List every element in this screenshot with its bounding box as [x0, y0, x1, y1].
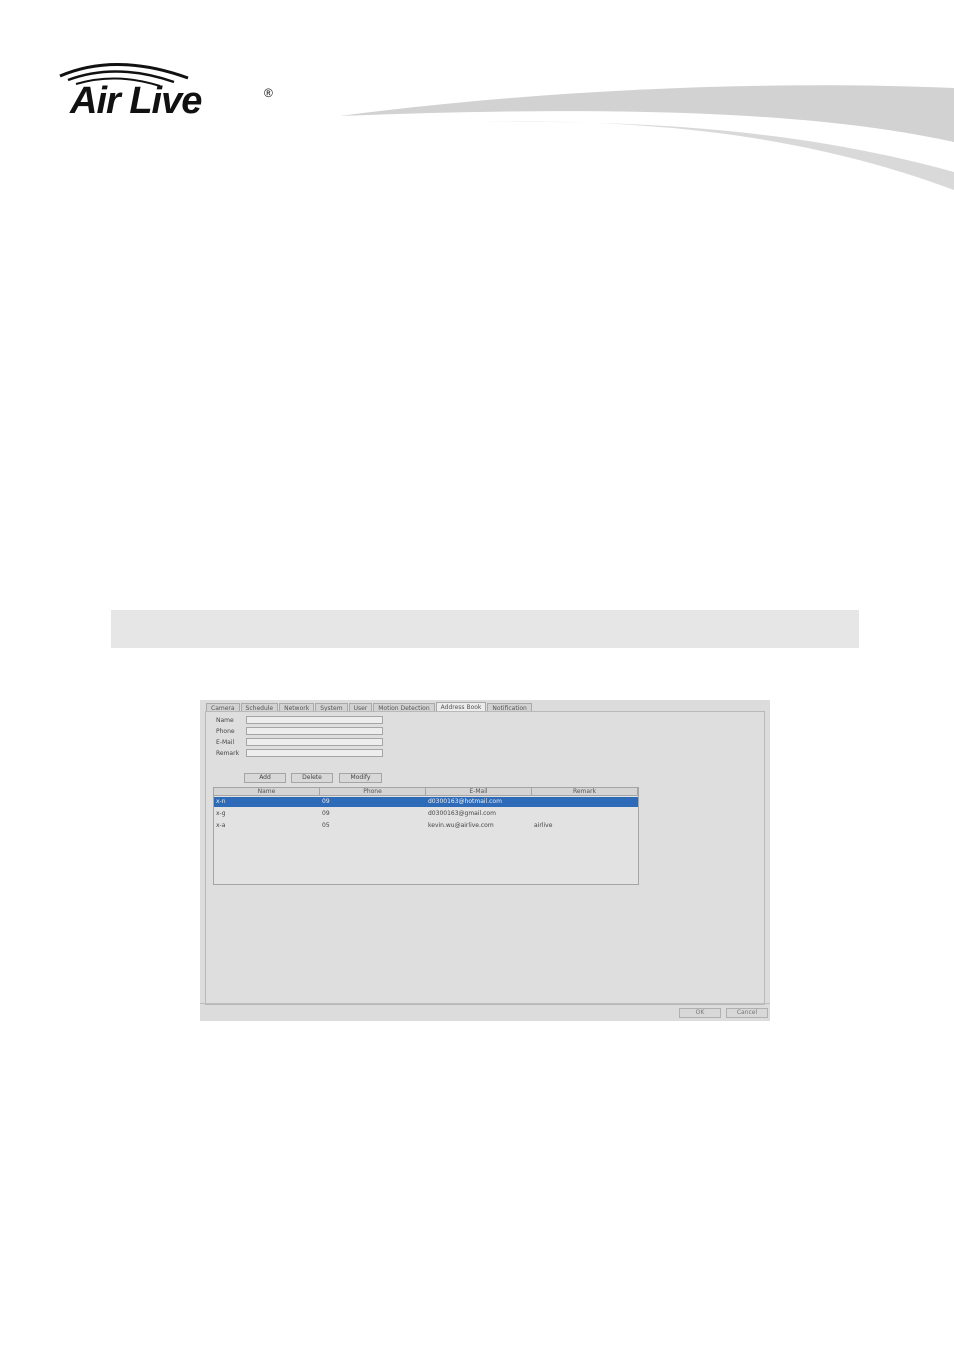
- cell-name: x-n: [216, 798, 226, 805]
- address-book-screenshot: Camera Schedule Network System User Moti…: [200, 700, 770, 1021]
- column-header-remark[interactable]: Remark: [532, 788, 638, 796]
- ok-button[interactable]: OK: [679, 1008, 721, 1018]
- column-header-email[interactable]: E-Mail: [426, 788, 532, 796]
- footer-divider: [200, 1003, 770, 1004]
- delete-button[interactable]: Delete: [291, 773, 333, 783]
- email-label: E-Mail: [216, 739, 235, 746]
- cell-phone: 05: [322, 822, 330, 829]
- add-button[interactable]: Add: [244, 773, 286, 783]
- phone-field[interactable]: [246, 727, 383, 735]
- registered-mark: ®: [264, 86, 273, 100]
- cell-name: x-a: [216, 822, 226, 829]
- table-row[interactable]: x-a 05 kevin.wu@airlive.com airlive: [214, 821, 638, 831]
- table-row[interactable]: x-g 09 d0300163@gmail.com: [214, 809, 638, 819]
- cancel-button[interactable]: Cancel: [726, 1008, 768, 1018]
- section-heading-bar: [111, 610, 859, 648]
- email-field[interactable]: [246, 738, 383, 746]
- cell-phone: 09: [322, 798, 330, 805]
- remark-field[interactable]: [246, 749, 383, 757]
- header-swoosh: [340, 85, 954, 190]
- column-header-name[interactable]: Name: [214, 788, 320, 796]
- brand-name: Air Live: [70, 80, 202, 122]
- table-row[interactable]: x-n 09 d0300163@hotmail.com: [214, 797, 638, 807]
- cell-phone: 09: [322, 810, 330, 817]
- cell-name: x-g: [216, 810, 226, 817]
- cell-email: d0300163@hotmail.com: [428, 798, 502, 805]
- phone-label: Phone: [216, 728, 235, 735]
- address-book-panel: Name Phone E-Mail Remark Add Delete Modi…: [205, 711, 765, 1005]
- table-header: Name Phone E-Mail Remark: [214, 788, 638, 796]
- remark-label: Remark: [216, 750, 240, 757]
- name-label: Name: [216, 717, 234, 724]
- modify-button[interactable]: Modify: [339, 773, 382, 783]
- address-table: Name Phone E-Mail Remark x-n 09 d0300163…: [213, 787, 639, 885]
- column-header-phone[interactable]: Phone: [320, 788, 426, 796]
- name-field[interactable]: [246, 716, 383, 724]
- cell-email: kevin.wu@airlive.com: [428, 822, 494, 829]
- airlive-logo: Air Live ®: [56, 58, 286, 128]
- cell-remark: airlive: [534, 822, 553, 829]
- cell-email: d0300163@gmail.com: [428, 810, 496, 817]
